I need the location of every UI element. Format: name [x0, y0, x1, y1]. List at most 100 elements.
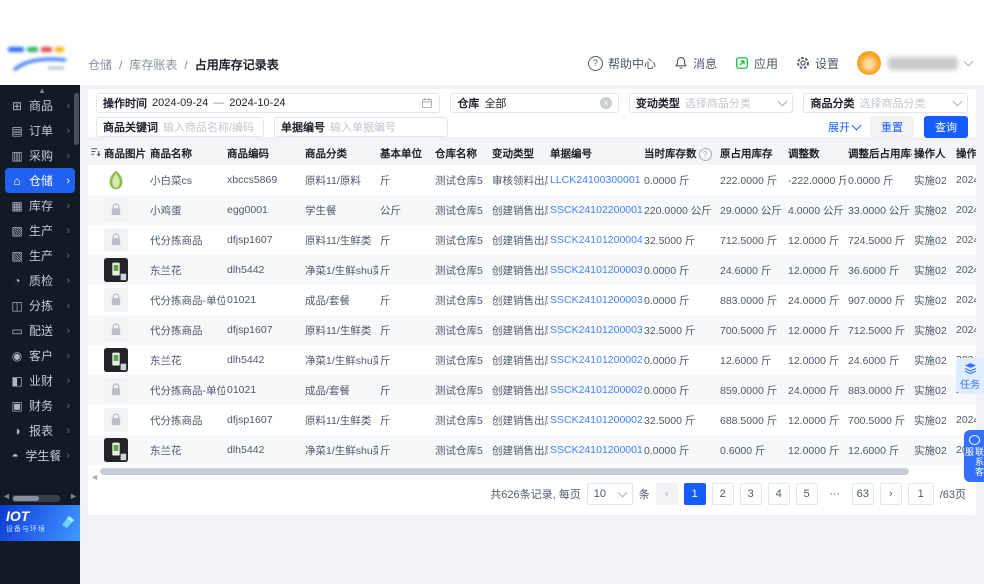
product-category: 成品/套餐: [303, 375, 378, 405]
chevron-down-icon: [963, 56, 974, 66]
breadcrumb-inventory-ledger[interactable]: 库存账表: [129, 56, 177, 73]
help-center-button[interactable]: ? 帮助中心: [587, 55, 656, 72]
product-name: 东兰花: [148, 345, 225, 375]
warehouse-select[interactable]: 仓库 全部 ×: [450, 93, 619, 113]
adjust-qty: 12.0000 斤: [786, 435, 846, 465]
adjust-qty: 12.0000 斤: [786, 225, 846, 255]
change-type: 创建销售出库: [490, 195, 548, 225]
sidebar-item-orders[interactable]: ▤ 订单 ›: [5, 118, 75, 143]
table-row: 东兰花dlh5442净菜1/生鲜shu菜类..斤测试仓库5创建销售出库SSCK2…: [88, 255, 976, 285]
doc-no-link[interactable]: SSCK24101200002: [550, 384, 642, 396]
chevron-down-icon: [851, 120, 862, 131]
column-filter-icon[interactable]: [90, 146, 101, 157]
doc-no-link[interactable]: SSCK24101200003: [550, 294, 642, 306]
change-type-select[interactable]: 变动类型 选择商品分类: [628, 93, 794, 113]
sidebar-item-inventory[interactable]: ▦ 库存 ›: [5, 193, 75, 218]
sidebar-scroll-left-icon[interactable]: ◄: [2, 491, 11, 501]
page-size-select[interactable]: 10: [586, 483, 633, 505]
product-code: xbccs5869: [225, 165, 303, 195]
sidebar-item-delivery[interactable]: ▭ 配送 ›: [5, 318, 75, 343]
category-select[interactable]: 商品分类 选择商品分类: [803, 93, 968, 113]
apps-button[interactable]: 应用: [735, 55, 778, 72]
sidebar-item-reports[interactable]: ◑ 报表 ›: [5, 418, 75, 443]
sidebar-vscrollbar[interactable]: [74, 93, 79, 145]
record-table-card: 商品图片 商品名称 商品编码 商品分类 基本单位 仓库名称 变动类型 单据编号 当时库存数? 原占…: [88, 141, 976, 515]
expand-toggle[interactable]: 展开: [828, 119, 862, 135]
sidebar-item-production-1[interactable]: ▧ 生产 ›: [5, 218, 75, 243]
doc-no-link[interactable]: LLCK24100300001: [550, 174, 641, 186]
page-button-63[interactable]: 63: [851, 483, 874, 505]
adjust-qty: 4.0000 公斤: [786, 195, 846, 225]
sidebar-item-sorting[interactable]: ◫ 分拣 ›: [5, 293, 75, 318]
adjust-qty: -222.0000 斤: [786, 165, 846, 195]
base-unit: 斤: [378, 255, 433, 285]
sidebar-scroll-right-icon[interactable]: ►: [69, 491, 78, 501]
warehouse-name: 测试仓库5: [433, 165, 490, 195]
page-button-1[interactable]: 1: [683, 483, 706, 505]
page-button-5[interactable]: 5: [795, 483, 818, 505]
product-code: 01021: [225, 285, 303, 315]
sidebar-hscrollbar[interactable]: [12, 495, 60, 502]
doc-no-link[interactable]: SSCK24101200001: [550, 444, 642, 456]
sidebar-item-customers[interactable]: ◉ 客户 ›: [5, 343, 75, 368]
user-menu[interactable]: [857, 51, 974, 75]
messages-button[interactable]: 消息: [674, 55, 717, 72]
sidebar-item-biz-finance[interactable]: ◧ 业财 ›: [5, 368, 75, 393]
settings-button[interactable]: 设置: [796, 55, 839, 72]
search-button[interactable]: 查询: [924, 116, 968, 138]
table-hscroll-thumb[interactable]: [100, 468, 910, 475]
doc-no-link[interactable]: SSCK24101200002: [550, 354, 642, 366]
task-widget[interactable]: 任务: [956, 358, 984, 394]
page-button-3[interactable]: 3: [739, 483, 762, 505]
table-scroll-left-icon[interactable]: ◄: [90, 472, 99, 482]
prev-page-button[interactable]: ‹: [655, 483, 678, 505]
sidebar-item-quality-check[interactable]: ◔ 质检 ›: [5, 268, 75, 293]
sidebar-item-warehouse[interactable]: ⌂ 仓储 ›: [5, 168, 75, 193]
warehouse-name: 测试仓库5: [433, 315, 490, 345]
sidebar-item-production-2[interactable]: ▧ 生产 ›: [5, 243, 75, 268]
breadcrumb-warehouse[interactable]: 仓储: [88, 56, 112, 73]
table-body: 小白菜csxbccs5869原料11/原料斤测试仓库5审核领料出库LLCK241…: [88, 165, 976, 465]
operator: 实施02: [912, 225, 954, 255]
column-header: 商品名称: [148, 141, 225, 165]
sidebar-item-purchase[interactable]: ▥ 采购 ›: [5, 143, 75, 168]
adjust-qty: 12.0000 斤: [786, 255, 846, 285]
keyword-input[interactable]: 商品关键词 输入商品名称/编码: [96, 117, 264, 137]
chevron-right-icon: ›: [66, 449, 70, 462]
customers-icon: ◉: [11, 348, 23, 363]
customer-service-widget[interactable]: 联系客服: [964, 430, 984, 482]
doc-no-link[interactable]: SSCK24101200002: [550, 414, 642, 426]
doc-no-link[interactable]: SSCK24101200004: [550, 234, 642, 246]
date-range-input[interactable]: 操作时间 2024-09-24 — 2024-10-24: [96, 93, 441, 113]
quality-check-icon: ◔: [13, 273, 21, 288]
sidebar-item-goods[interactable]: ⊞ 商品 ›: [5, 93, 75, 118]
page-button-2[interactable]: 2: [711, 483, 734, 505]
sidebar-scroll-up-icon[interactable]: ▲: [38, 86, 46, 95]
clear-icon[interactable]: ×: [599, 97, 612, 109]
chevron-right-icon: ›: [66, 174, 70, 187]
base-unit: 公斤: [378, 195, 433, 225]
production-1-icon: ▧: [11, 223, 23, 238]
pagination: 共626条记录, 每页 10 条 ‹ 1 2 3 4 5 ··· 63 › 1 /63页: [88, 476, 976, 512]
warehouse-name: 测试仓库5: [433, 435, 490, 465]
base-unit: 斤: [378, 375, 433, 405]
iot-device-icon: [58, 511, 78, 536]
page-button-4[interactable]: 4: [767, 483, 790, 505]
doc-no-input[interactable]: 单据编号 输入单据编号: [274, 117, 448, 137]
occupied-stock-table: 商品图片 商品名称 商品编码 商品分类 基本单位 仓库名称 变动类型 单据编号 当时库存数? 原占…: [88, 141, 976, 465]
doc-no-link[interactable]: SSCK24102200001: [550, 204, 642, 216]
next-page-button[interactable]: ›: [879, 483, 902, 505]
page-jump-input[interactable]: 1: [907, 483, 934, 505]
doc-no-link[interactable]: SSCK24101200003: [550, 264, 642, 276]
doc-no-link[interactable]: SSCK24101200003: [550, 324, 642, 336]
product-category: 成品/套餐: [303, 285, 378, 315]
iot-banner[interactable]: IOT 设备与环境: [0, 505, 80, 541]
sidebar-item-finance[interactable]: ▣ 财务 ›: [5, 393, 75, 418]
info-icon[interactable]: ?: [698, 147, 712, 161]
reset-button[interactable]: 重置: [870, 116, 914, 138]
sidebar-item-student-meal[interactable]: ◓ 学生餐 ›: [5, 443, 75, 468]
product-name: 代分拣商品: [148, 225, 225, 255]
delivery-icon: ▭: [11, 323, 23, 338]
column-header: 商品编码: [225, 141, 303, 165]
product-name: 东兰花: [148, 435, 225, 465]
